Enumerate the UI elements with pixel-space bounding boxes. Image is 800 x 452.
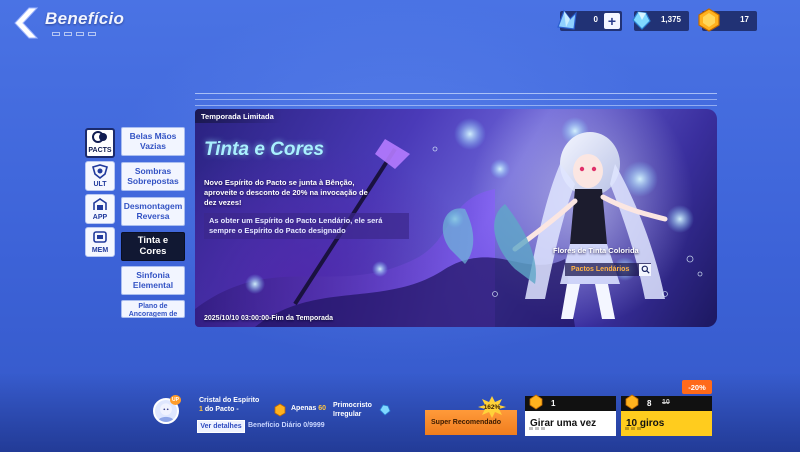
blue-gem-icon bbox=[379, 404, 391, 416]
gem-count: 1,375 bbox=[660, 15, 681, 24]
mem-icon bbox=[93, 231, 107, 243]
tab-sinfonia-elemental[interactable]: Sinfonia Elemental bbox=[121, 266, 185, 295]
title-decoration bbox=[52, 31, 106, 37]
currency-coin: 17 bbox=[698, 8, 757, 32]
currency-gem: 1,375 bbox=[632, 11, 689, 31]
super-recommended-label: Super Recomendado bbox=[431, 419, 502, 426]
ten-roll-old-cost: 10 bbox=[662, 399, 670, 406]
magnifier-icon bbox=[639, 263, 651, 276]
ten-roll-button[interactable]: 8 10 10 giros bbox=[621, 394, 712, 436]
reward-only-text: Apenas 60 bbox=[291, 405, 326, 412]
roll-decoration bbox=[625, 427, 645, 430]
currency-crystal: 0 + bbox=[557, 9, 622, 31]
gold-coin-icon bbox=[698, 8, 720, 32]
season-tag: Temporada Limitada bbox=[195, 109, 282, 123]
single-roll-button[interactable]: 1 Girar uma vez bbox=[525, 394, 616, 436]
reward-line2-prefix: Apenas bbox=[291, 405, 319, 412]
category-label: APP bbox=[92, 214, 108, 221]
reward-crystal-text: Cristal do Espírito 1 do Pacto - bbox=[199, 396, 277, 414]
single-roll-cost: 1 bbox=[551, 399, 556, 408]
category-label: MEM bbox=[91, 247, 109, 254]
tab-sombras-sobrepostas[interactable]: Sombras Sobrepostas bbox=[121, 162, 185, 191]
view-details-button[interactable]: Ver detalhes bbox=[197, 420, 245, 433]
reward-line1-suffix: do Pacto - bbox=[202, 406, 239, 414]
back-button[interactable] bbox=[8, 6, 42, 40]
pact-icon bbox=[92, 131, 107, 143]
crystal-shard-icon bbox=[557, 9, 577, 30]
app-icon bbox=[93, 198, 107, 210]
ult-icon bbox=[92, 164, 108, 180]
category-label: ULT bbox=[93, 181, 107, 188]
percent-badge: 162% bbox=[478, 396, 506, 418]
daily-benefit-counter: Benefício Diário 0/9999 bbox=[248, 422, 325, 429]
tab-belas-maos-vazias[interactable]: Belas Mãos Vazias bbox=[121, 127, 185, 156]
gold-coin-icon bbox=[529, 394, 543, 410]
gacha-banner[interactable]: Temporada Limitada Tinta e Cores Novo Es… bbox=[195, 109, 717, 327]
category-pacts[interactable]: PACTS bbox=[85, 128, 115, 158]
banner-title: Tinta e Cores bbox=[204, 139, 325, 160]
up-badge: UP bbox=[170, 395, 181, 405]
banner-note: As obter um Espírito do Pacto Lendário, … bbox=[204, 213, 409, 239]
crystal-count: 0 bbox=[593, 15, 598, 24]
reward-item-name: Primocristo Irregular bbox=[333, 402, 372, 419]
pact-preview-button[interactable]: Pactos Lendários bbox=[565, 263, 651, 276]
pact-label: Pactos Lendários bbox=[571, 266, 630, 273]
page-title: Benefício bbox=[45, 9, 125, 28]
discount-badge: -20% bbox=[682, 380, 712, 394]
ten-roll-label: 10 giros bbox=[621, 411, 712, 436]
reward-line1-prefix: Cristal do Espírito bbox=[199, 397, 260, 404]
gold-coin-icon bbox=[625, 394, 639, 410]
chevron-left-icon bbox=[14, 7, 39, 39]
category-app[interactable]: APP bbox=[85, 194, 115, 224]
add-crystal-button[interactable]: + bbox=[604, 13, 620, 29]
single-roll-cost-bar: 1 bbox=[525, 394, 616, 411]
tab-plano-de-ancoragem[interactable]: Plano de Ancoragem de bbox=[121, 300, 185, 318]
tab-tinta-e-cores[interactable]: Tinta e Cores bbox=[121, 232, 185, 261]
blue-gem-icon bbox=[632, 11, 651, 30]
tab-desmontagem-reversa[interactable]: Desmontagem Reversa bbox=[121, 197, 185, 226]
season-end-date: 2025/10/10 03:00:00-Fim da Temporada bbox=[204, 315, 334, 322]
banner-description: Novo Espírito do Pacto se junta à Bênção… bbox=[204, 178, 368, 207]
reward-line2-count: 60 bbox=[318, 405, 327, 412]
roll-decoration bbox=[529, 427, 549, 430]
single-roll-label: Girar uma vez bbox=[525, 411, 616, 436]
category-mem[interactable]: MEM bbox=[85, 227, 115, 257]
character-name: Flores de Tinta Colorida bbox=[553, 246, 639, 255]
coin-count: 17 bbox=[740, 15, 749, 24]
category-label: PACTS bbox=[88, 147, 112, 154]
ten-roll-cost-bar: 8 10 bbox=[621, 394, 712, 411]
category-ult[interactable]: ULT bbox=[85, 161, 115, 191]
ten-roll-cost: 8 bbox=[647, 399, 652, 408]
percent-value: 162% bbox=[483, 403, 501, 411]
gold-coin-icon bbox=[274, 403, 286, 417]
